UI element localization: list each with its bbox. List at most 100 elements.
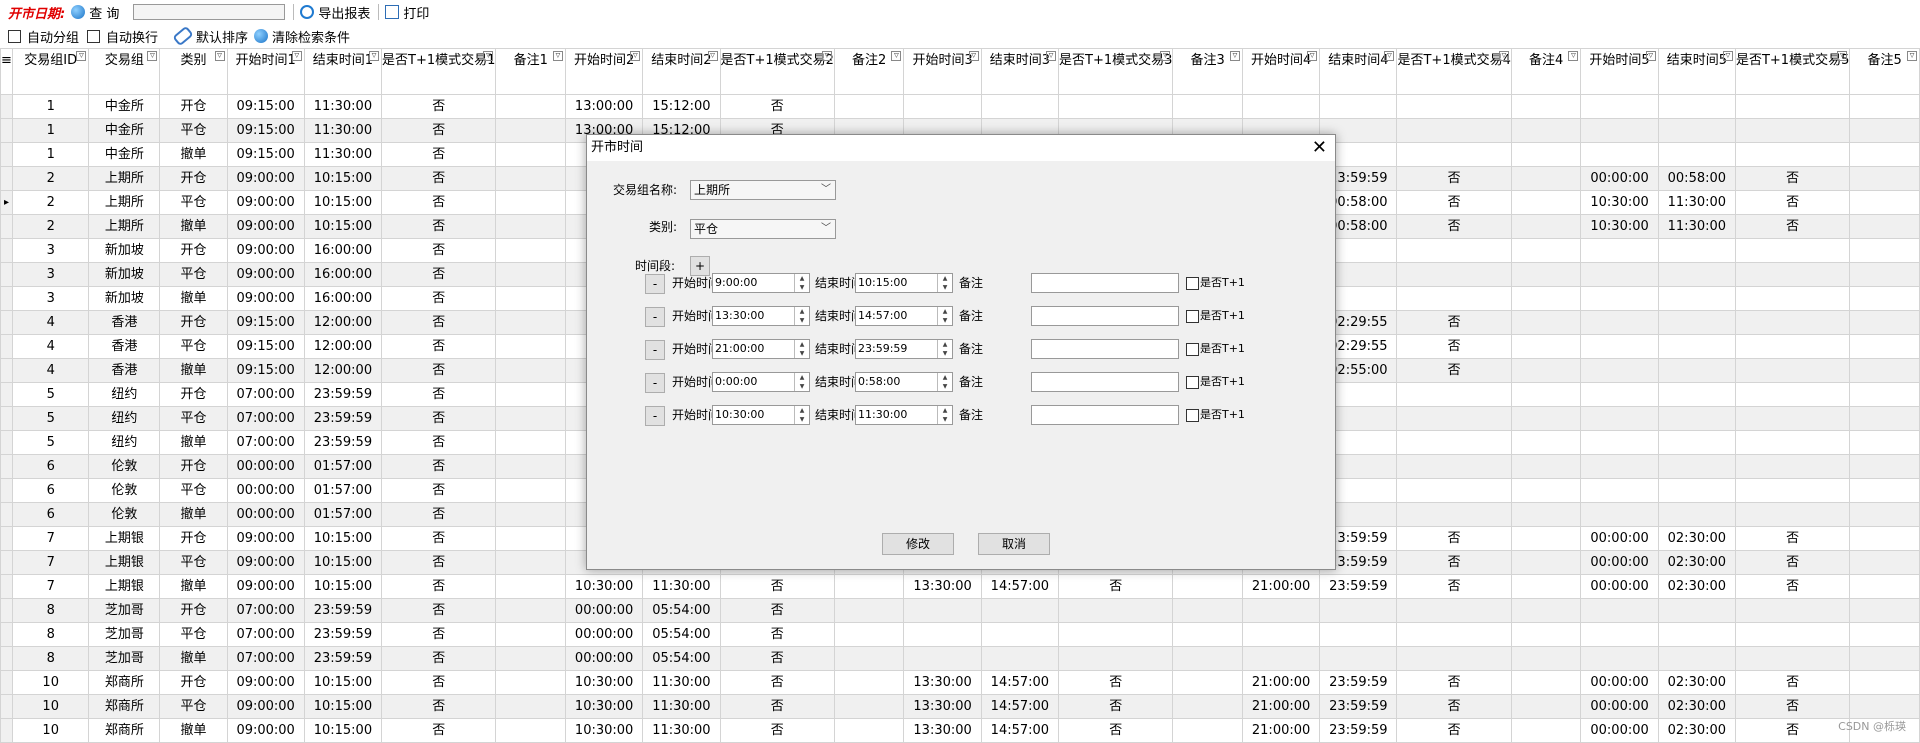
table-cell[interactable] [495,502,566,527]
row-selector[interactable] [0,166,13,191]
table-cell[interactable]: 否 [1734,694,1851,719]
end-time-spinner[interactable]: 10:15:00 ▲ ▼ [855,273,953,293]
table-cell[interactable]: 11:30:00 [303,94,383,119]
table-cell[interactable]: 21:00:00 [1241,574,1321,599]
table-cell[interactable] [1057,598,1174,623]
spinner-arrows-icon[interactable]: ▲ ▼ [794,373,809,391]
table-cell[interactable]: 平仓 [159,118,228,143]
table-cell[interactable] [903,94,982,119]
table-cell[interactable] [1657,430,1736,455]
table-cell[interactable]: 00:00:00 [564,598,644,623]
table-cell[interactable]: 01:57:00 [303,454,383,479]
row-selector[interactable] [0,454,13,479]
table-cell[interactable]: 否 [1396,718,1512,743]
row-selector[interactable] [0,334,13,359]
table-cell[interactable]: 否 [381,334,497,359]
table-cell[interactable] [495,214,566,239]
table-cell[interactable] [1510,190,1582,215]
table-cell[interactable] [833,694,905,719]
table-cell[interactable] [495,382,566,407]
default-sort-button[interactable]: 默认排序 [164,25,248,47]
table-cell[interactable] [833,670,905,695]
table-cell[interactable]: 否 [719,670,835,695]
table-cell[interactable] [1580,454,1659,479]
note-input[interactable] [1031,273,1179,293]
table-cell[interactable] [1657,310,1736,335]
table-cell[interactable] [1657,454,1736,479]
table-cell[interactable]: 6 [11,454,90,479]
table-cell[interactable] [1510,670,1582,695]
table-cell[interactable] [833,622,905,647]
table-cell[interactable] [495,406,566,431]
table-cell[interactable]: 否 [381,430,497,455]
filter-icon[interactable]: ▽ [76,51,87,61]
filter-icon[interactable]: ▽ [1907,51,1917,61]
table-cell[interactable] [1734,406,1851,431]
column-header[interactable]: 类别 ▽ [159,48,228,95]
table-cell[interactable] [495,646,566,671]
table-cell[interactable] [495,718,566,743]
table-cell[interactable] [1734,430,1851,455]
table-cell[interactable]: 23:59:59 [303,406,383,431]
table-cell[interactable]: 14:57:00 [980,718,1060,743]
remove-period-button[interactable]: - [645,340,665,360]
table-cell[interactable] [1734,118,1851,143]
table-cell[interactable] [903,622,982,647]
table-cell[interactable] [1849,430,1920,455]
table-cell[interactable] [833,598,905,623]
table-cell[interactable] [1657,334,1736,359]
end-time-spinner[interactable]: 23:59:59 ▲ ▼ [855,339,953,359]
table-cell[interactable] [1510,358,1582,383]
table-cell[interactable] [1396,622,1512,647]
table-cell[interactable] [1396,430,1512,455]
table-cell[interactable]: 芝加哥 [88,622,161,647]
remove-period-button[interactable]: - [645,406,665,426]
table-cell[interactable]: 平仓 [159,262,228,287]
filter-icon[interactable]: ▽ [1307,51,1318,61]
table-cell[interactable]: 否 [381,598,497,623]
table-cell[interactable]: 10 [11,670,90,695]
spinner-arrows-icon[interactable]: ▲ ▼ [937,274,952,292]
table-cell[interactable] [1734,238,1851,263]
filter-icon[interactable]: ▽ [552,51,563,61]
table-cell[interactable] [1849,598,1920,623]
filter-icon[interactable]: ▽ [1046,51,1056,61]
filter-icon[interactable]: ▽ [1160,51,1171,61]
table-cell[interactable] [495,550,566,575]
table-cell[interactable] [1319,94,1398,119]
table-cell[interactable] [1657,646,1736,671]
table-cell[interactable] [1510,286,1582,311]
table-cell[interactable]: 否 [1396,190,1512,215]
table-cell[interactable] [1580,262,1659,287]
column-header[interactable]: 开始时间3 ▽ [903,48,982,95]
table-cell[interactable] [1734,502,1851,527]
t1-checkbox[interactable] [1186,376,1199,389]
table-cell[interactable] [1580,406,1659,431]
table-cell[interactable]: 4 [11,358,90,383]
table-cell[interactable]: 02:30:00 [1657,694,1736,719]
query-button[interactable]: 查 询 [71,3,119,22]
table-cell[interactable] [495,286,566,311]
table-cell[interactable]: 开仓 [159,166,228,191]
table-cell[interactable]: 12:00:00 [303,358,383,383]
table-cell[interactable]: 上期银 [88,526,161,551]
table-cell[interactable] [833,94,905,119]
table-cell[interactable] [1580,382,1659,407]
table-cell[interactable]: 11:30:00 [642,670,721,695]
table-cell[interactable] [1172,670,1243,695]
filter-icon[interactable]: ▽ [1568,51,1579,61]
table-cell[interactable] [1580,118,1659,143]
table-cell[interactable] [1396,238,1512,263]
table-cell[interactable]: 21:00:00 [1241,670,1321,695]
row-selector[interactable] [0,694,13,719]
table-cell[interactable]: 09:15:00 [226,118,305,143]
table-cell[interactable] [1057,646,1174,671]
table-cell[interactable] [495,526,566,551]
table-cell[interactable] [1849,502,1920,527]
table-cell[interactable]: 7 [11,526,90,551]
table-cell[interactable]: 07:00:00 [226,646,305,671]
table-cell[interactable]: 00:58:00 [1657,166,1736,191]
end-time-spinner[interactable]: 0:58:00 ▲ ▼ [855,372,953,392]
table-cell[interactable]: 平仓 [159,694,228,719]
table-cell[interactable]: 香港 [88,310,161,335]
